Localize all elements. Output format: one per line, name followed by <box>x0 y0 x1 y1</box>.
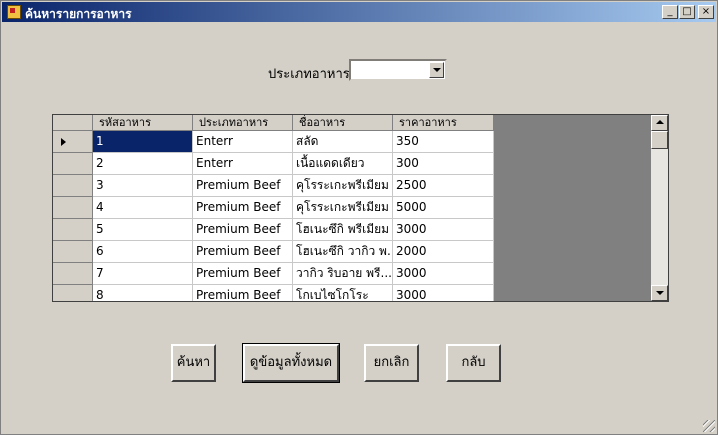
cell-food-id[interactable]: 2 <box>93 153 193 175</box>
cell-food-id[interactable]: 7 <box>93 263 193 285</box>
cell-food-price[interactable]: 350 <box>393 131 494 153</box>
title-bar[interactable]: ค้นหารายการอาหาร _ □ × <box>2 2 716 22</box>
table-row[interactable]: 2 Enterr เนื้อแดดเดียว 300 <box>53 153 494 175</box>
cell-food-name[interactable]: โกเบไซโกโระ <box>293 285 393 301</box>
scroll-up-icon[interactable] <box>651 115 668 131</box>
cell-food-name[interactable]: สลัด <box>293 131 393 153</box>
table-row[interactable]: 5 Premium Beef โฮเนะซึกิ พรีเมียม 3000 <box>53 219 494 241</box>
cell-food-name[interactable]: วากิว ริบอาย พรี... <box>293 263 393 285</box>
cell-food-name[interactable]: โฮเนะซึกิ พรีเมียม <box>293 219 393 241</box>
table-row[interactable]: 8 Premium Beef โกเบไซโกโระ 3000 <box>53 285 494 301</box>
cell-food-price[interactable]: 2500 <box>393 175 494 197</box>
table-row[interactable]: 6 Premium Beef โฮเนะซึกิ วากิว พ... 2000 <box>53 241 494 263</box>
cell-food-type[interactable]: Enterr <box>193 131 293 153</box>
cell-food-type[interactable]: Premium Beef <box>193 285 293 301</box>
header-corner[interactable] <box>53 115 93 131</box>
cell-food-type[interactable]: Enterr <box>193 153 293 175</box>
search-button[interactable]: ค้นหา <box>171 344 216 382</box>
scroll-down-icon[interactable] <box>651 285 668 301</box>
cell-food-type[interactable]: Premium Beef <box>193 219 293 241</box>
cell-food-id[interactable]: 6 <box>93 241 193 263</box>
cell-food-type[interactable]: Premium Beef <box>193 241 293 263</box>
cell-food-id[interactable]: 8 <box>93 285 193 301</box>
cell-food-name[interactable]: โฮเนะซึกิ วากิว พ... <box>293 241 393 263</box>
row-header[interactable] <box>53 175 93 197</box>
resize-grip-icon[interactable] <box>703 420 715 432</box>
table-row[interactable]: 7 Premium Beef วากิว ริบอาย พรี... 3000 <box>53 263 494 285</box>
window-title: ค้นหารายการอาหาร <box>25 7 132 21</box>
cell-food-name[interactable]: คุโรระเกะพรีเมียม L <box>293 197 393 219</box>
food-type-label: ประเภทอาหาร <box>268 67 350 82</box>
table-row[interactable]: 3 Premium Beef คุโรระเกะพรีเมียม 2500 <box>53 175 494 197</box>
column-header-food-type[interactable]: ประเภทอาหาร <box>193 115 293 131</box>
column-header-food-name[interactable]: ชื่ออาหาร <box>293 115 393 131</box>
back-button[interactable]: กลับ <box>446 344 501 382</box>
food-type-combobox[interactable] <box>349 59 447 81</box>
cell-food-price[interactable]: 300 <box>393 153 494 175</box>
cell-food-price[interactable]: 3000 <box>393 263 494 285</box>
cell-food-id[interactable]: 1 <box>93 131 193 153</box>
scroll-thumb[interactable] <box>651 131 668 149</box>
current-row-icon <box>61 138 66 146</box>
cell-food-type[interactable]: Premium Beef <box>193 175 293 197</box>
table-row[interactable]: 4 Premium Beef คุโรระเกะพรีเมียม L 5000 <box>53 197 494 219</box>
cell-food-price[interactable]: 3000 <box>393 285 494 301</box>
cell-food-price[interactable]: 2000 <box>393 241 494 263</box>
row-header[interactable] <box>53 285 93 301</box>
column-header-food-id[interactable]: รหัสอาหาร <box>93 115 193 131</box>
grid-content: รหัสอาหาร ประเภทอาหาร ชื่ออาหาร ราคาอาหา… <box>53 115 494 301</box>
view-all-button[interactable]: ดูข้อมูลทั้งหมด <box>242 343 340 383</box>
close-button[interactable]: × <box>698 5 714 19</box>
table-row[interactable]: 1 Enterr สลัด 350 <box>53 131 494 153</box>
maximize-button[interactable]: □ <box>679 5 695 19</box>
cell-food-type[interactable]: Premium Beef <box>193 197 293 219</box>
vertical-scrollbar[interactable] <box>651 115 668 301</box>
grid-header: รหัสอาหาร ประเภทอาหาร ชื่ออาหาร ราคาอาหา… <box>53 115 494 131</box>
cell-food-name[interactable]: เนื้อแดดเดียว <box>293 153 393 175</box>
cell-food-price[interactable]: 3000 <box>393 219 494 241</box>
row-header[interactable] <box>53 241 93 263</box>
cell-food-type[interactable]: Premium Beef <box>193 263 293 285</box>
cell-food-id[interactable]: 4 <box>93 197 193 219</box>
cell-food-id[interactable]: 5 <box>93 219 193 241</box>
app-window: ค้นหารายการอาหาร _ □ × ประเภทอาหาร รหัสอ… <box>0 0 718 435</box>
food-grid[interactable]: รหัสอาหาร ประเภทอาหาร ชื่ออาหาร ราคาอาหา… <box>52 114 669 302</box>
row-header[interactable] <box>53 263 93 285</box>
cell-food-name[interactable]: คุโรระเกะพรีเมียม <box>293 175 393 197</box>
dropdown-arrow-icon[interactable] <box>429 62 444 78</box>
row-header[interactable] <box>53 131 93 153</box>
cell-food-price[interactable]: 5000 <box>393 197 494 219</box>
row-header[interactable] <box>53 197 93 219</box>
cell-food-id[interactable]: 3 <box>93 175 193 197</box>
cancel-button[interactable]: ยกเลิก <box>364 344 419 382</box>
minimize-button[interactable]: _ <box>662 5 678 19</box>
column-header-food-price[interactable]: ราคาอาหาร <box>393 115 494 131</box>
row-header[interactable] <box>53 219 93 241</box>
app-icon <box>7 5 21 19</box>
row-header[interactable] <box>53 153 93 175</box>
